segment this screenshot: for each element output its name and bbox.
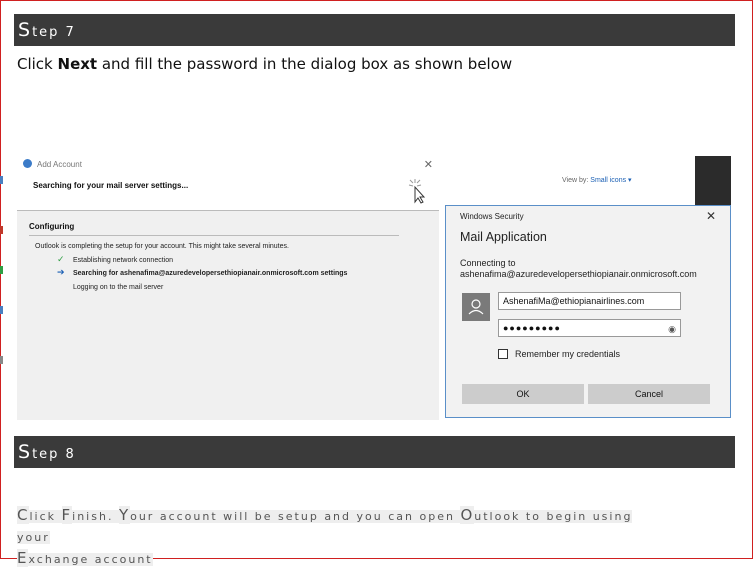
globe-icon — [23, 159, 32, 168]
view-by-label: View by: — [562, 177, 589, 184]
dark-panel — [695, 156, 731, 212]
wizard-subtitle: Searching for your mail server settings.… — [33, 181, 189, 190]
text-run: lick — [29, 510, 62, 523]
instruction-bold: Next — [57, 55, 98, 73]
edge-strip — [0, 266, 3, 274]
text-run: C — [17, 506, 30, 524]
dialog-connecting: Connecting to ashenafima@azuredevelopers… — [460, 258, 697, 280]
instruction-text: Click Next and fill the password in the … — [17, 55, 512, 73]
step-7-initial: S — [18, 19, 33, 41]
username-input[interactable]: AshenafiMa@ethiopianairlines.com — [498, 292, 681, 310]
text-run: E — [17, 549, 29, 567]
text-run: xchange account — [28, 553, 153, 566]
eye-icon[interactable]: ◉ — [668, 321, 676, 337]
password-input[interactable]: ●●●●●●●●● ◉ — [498, 319, 681, 337]
edge-strip — [0, 176, 3, 184]
text-run: F — [61, 506, 73, 524]
step-8-rest: tep 8 — [32, 447, 76, 462]
wizard-step-item: Logging on to the mail server — [73, 284, 164, 291]
final-instruction: Click Finish. Your account will be setup… — [17, 505, 667, 570]
text-run: inish. — [72, 510, 119, 523]
dialog-close-icon[interactable]: ✕ — [706, 209, 716, 223]
wizard-step-item: Searching for ashenafima@azuredevelopers… — [73, 270, 348, 277]
step-7-header: Step 7 — [14, 14, 735, 46]
dialog-title: Windows Security — [460, 212, 524, 221]
wizard-step-item: Establishing network connection — [73, 257, 174, 264]
connecting-label: Connecting to — [460, 258, 516, 268]
edge-strip — [0, 226, 3, 234]
step-7-rest: tep 7 — [32, 25, 76, 40]
remember-checkbox[interactable] — [498, 349, 508, 359]
wizard-description: Outlook is completing the setup for your… — [35, 243, 289, 250]
add-account-wizard: Add Account ✕ Searching for your mail se… — [17, 156, 440, 420]
busy-cursor-icon — [408, 179, 426, 204]
text-run: O — [460, 506, 475, 524]
wizard-body: Configuring Outlook is completing the se… — [17, 211, 439, 420]
close-icon[interactable]: ✕ — [424, 158, 433, 171]
view-by-control[interactable]: View by: Small icons ▾ — [562, 176, 632, 184]
ok-button[interactable]: OK — [462, 384, 584, 404]
view-by-value[interactable]: Small icons ▾ — [590, 177, 631, 184]
configuring-heading: Configuring — [29, 222, 75, 231]
user-avatar-icon — [462, 293, 490, 321]
text-run: Y — [118, 506, 131, 524]
step-8-header: Step 8 — [14, 436, 735, 468]
embedded-screenshot: Add Account ✕ Searching for your mail se… — [0, 156, 731, 420]
arrow-right-icon: ➔ — [57, 267, 65, 277]
instruction-pre: Click — [17, 55, 58, 73]
step-8-initial: S — [18, 441, 33, 463]
remember-label: Remember my credentials — [515, 349, 621, 359]
wizard-header: Add Account ✕ Searching for your mail se… — [17, 156, 439, 210]
password-dots: ●●●●●●●●● — [503, 323, 561, 333]
edge-strip — [0, 356, 3, 364]
connecting-target: ashenafima@azuredevelopersethiopianair.o… — [460, 269, 697, 279]
dialog-app-name: Mail Application — [460, 230, 547, 244]
edge-strip — [0, 306, 3, 314]
section-rule — [29, 235, 399, 236]
instruction-post: and fill the password in the dialog box … — [97, 55, 513, 73]
cancel-button[interactable]: Cancel — [588, 384, 710, 404]
wizard-title: Add Account — [37, 160, 82, 169]
windows-security-dialog: Windows Security ✕ Mail Application Conn… — [445, 205, 731, 418]
check-icon: ✓ — [57, 254, 65, 264]
text-run: our account will be setup and you can op… — [130, 510, 461, 523]
